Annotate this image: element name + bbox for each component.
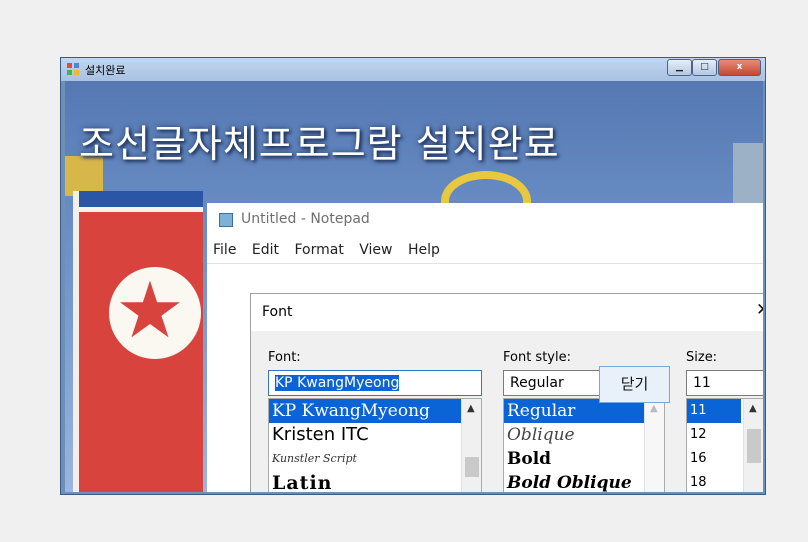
menu-edit: Edit [251,242,280,258]
menu-view: View [359,242,393,258]
size-label: Size: [686,350,718,365]
font-style-label: Font style: [503,350,571,365]
chevron-up-icon: ▲ [650,403,658,414]
size-item-11: 11 [687,399,741,423]
font-item-kp-kwangmyeong: KP KwangMyeong [269,399,481,423]
installer-window: 설치완료 ▁ □ x ★ 조선글자체프로그람 설치완료 Untitled - N… [60,57,766,495]
style-item-bold: Bold [507,449,552,469]
notepad-title: Untitled - Notepad [241,211,370,227]
dialog-close-icon: ✕ [756,300,763,320]
font-label: Font: [268,350,301,365]
font-field-value: KP KwangMyeong [275,375,400,391]
close-window-button[interactable]: x [718,59,761,76]
notepad-menu: File Edit Format View Help [213,242,451,258]
size-list-scrollbar: ▲ [743,399,763,492]
font-list-scrollbar: ▲ [461,399,481,492]
menu-format: Format [294,242,344,258]
font-style-field-value: Regular [510,375,564,391]
size-list: 11 12 16 18 ▲ [686,398,763,492]
dialog-title: Font [262,304,293,320]
notepad-screenshot: Untitled - Notepad File Edit Format View… [207,203,763,492]
scroll-thumb [747,429,761,463]
style-list-scrollbar: ▲ [644,399,664,492]
chevron-up-icon: ▲ [749,403,757,414]
style-item-bold-oblique: Bold Oblique [507,473,632,492]
banner-title: 조선글자체프로그람 설치완료 [79,122,560,166]
notepad-icon [219,213,233,227]
menu-divider [207,263,763,264]
font-style-list: Regular Oblique Bold Bold Oblique ▲ [503,398,665,492]
app-icon [67,63,80,76]
style-item-oblique: Oblique [507,425,575,445]
menu-help: Help [407,242,440,258]
flag-image: ★ [73,191,203,492]
font-item-kristen-itc: Kristen ITC [272,424,369,445]
dialog-header: Font ✕ [251,294,763,331]
font-list: KP KwangMyeong Kristen ITC Kunstler Scri… [268,398,482,492]
close-button[interactable]: 닫기 [599,366,670,403]
maximize-button[interactable]: □ [692,59,717,76]
banner-image: ★ 조선글자체프로그람 설치완료 Untitled - Notepad File… [65,81,763,492]
window-title: 설치완료 [85,64,126,77]
font-item-kunstler-script: Kunstler Script [272,452,357,465]
size-field-value: 11 [693,375,711,391]
size-field: 11 [686,370,763,396]
font-dialog: Font ✕ Font: Font style: Size: KP KwangM… [250,293,763,492]
chevron-up-icon: ▲ [467,403,475,414]
menu-file: File [213,242,237,258]
font-item-latin: Latin [272,472,333,492]
star-icon: ★ [115,266,185,356]
minimize-button[interactable]: ▁ [667,59,692,76]
title-bar[interactable]: 설치완료 ▁ □ x [61,58,765,81]
font-field: KP KwangMyeong [268,370,482,396]
scroll-thumb [465,457,479,477]
